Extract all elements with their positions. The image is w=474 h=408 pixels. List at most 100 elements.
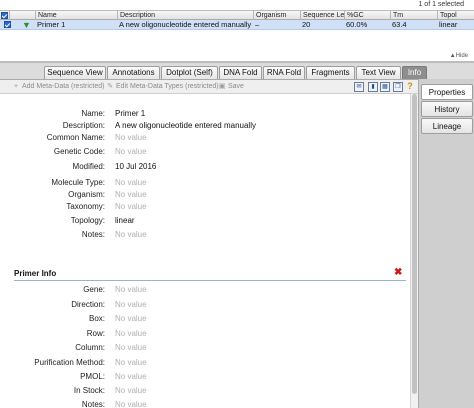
save-button[interactable]: ▣ Save (218, 82, 244, 92)
info-content: Name: Primer 1 Description: A new oligonuc… (0, 94, 410, 408)
field-value[interactable]: No value (115, 177, 147, 189)
field-value[interactable]: No value (115, 284, 147, 296)
primer-field-box: Box: No value (0, 313, 400, 325)
tab-dotplot[interactable]: Dotplot (Self) (161, 66, 218, 79)
select-all-checkbox[interactable] (1, 12, 8, 19)
side-tab-history[interactable]: History (421, 101, 473, 117)
tab-rna-fold[interactable]: RNA Fold (263, 66, 305, 79)
field-label: Common Name: (46, 133, 105, 142)
edit-meta-label: Edit Meta-Data Types (restricted) (116, 83, 219, 90)
field-value[interactable]: No value (115, 385, 147, 397)
cell-name: Primer 1 (37, 20, 66, 29)
primer-info-title: Primer Info (14, 269, 57, 278)
primer-field-notes: Notes: No value (0, 399, 400, 408)
field-label: Notes: (81, 400, 105, 408)
primer-field-row: Row: No value (0, 328, 400, 340)
field-label: Description: (62, 121, 105, 130)
hide-table-button[interactable]: ▲Hide (450, 53, 468, 59)
field-value[interactable]: No value (115, 299, 147, 311)
table-row[interactable]: ▼ Primer 1 A new oligonucleotide entered… (0, 20, 474, 30)
selection-count: 1 of 1 selected (418, 1, 464, 8)
field-label: Organism: (68, 190, 105, 199)
field-name: Name: Primer 1 (0, 108, 400, 120)
cell-topology: linear (439, 20, 458, 29)
window-icon[interactable]: ❐ (393, 82, 403, 92)
field-taxonomy: Taxonomy: No value (0, 201, 400, 213)
field-molecule-type: Molecule Type: No value (0, 177, 400, 189)
field-value[interactable]: No value (115, 313, 147, 325)
primer-field-purification: Purification Method: No value (0, 357, 400, 369)
scrollbar-thumb[interactable] (412, 94, 417, 394)
side-tab-lineage[interactable]: Lineage (421, 118, 473, 134)
header-organism[interactable]: Organism (253, 11, 300, 20)
pencil-icon: ✎ (107, 83, 113, 90)
field-organism: Organism: No value (0, 189, 400, 201)
tab-info[interactable]: Info (402, 66, 427, 79)
cell-gc: 60.0% (346, 20, 368, 29)
edit-meta-data-types-button[interactable]: ✎ Edit Meta-Data Types (restricted) (106, 82, 219, 92)
field-value[interactable]: No value (115, 342, 147, 354)
tab-sequence-view[interactable]: Sequence View (44, 66, 106, 79)
field-value[interactable]: Primer 1 (115, 108, 145, 120)
primer-type-icon: ▼ (22, 20, 31, 30)
field-value[interactable]: No value (115, 328, 147, 340)
field-label: Row: (86, 329, 105, 338)
save-label: Save (228, 83, 244, 90)
field-label: Box: (88, 314, 105, 323)
field-value[interactable]: No value (115, 189, 147, 201)
header-name[interactable]: Name (35, 11, 117, 20)
field-value[interactable]: No value (115, 229, 147, 241)
side-tab-properties[interactable]: Properties (421, 84, 473, 100)
tab-annotations[interactable]: Annotations (107, 66, 160, 79)
field-label: Gene: (83, 285, 105, 294)
column-view-icon[interactable]: ▮ (368, 82, 378, 92)
section-divider (14, 280, 406, 281)
primer-field-pmol: PMOL: No value (0, 371, 400, 383)
cell-tm: 63.4 (392, 20, 407, 29)
field-label: Name: (81, 109, 105, 118)
primer-field-in-stock: In Stock: No value (0, 385, 400, 397)
table-view-icon[interactable]: ▦ (380, 82, 390, 92)
header-topology[interactable]: Topol (437, 11, 474, 20)
field-label: Molecule Type: (51, 178, 105, 187)
cell-organism: – (255, 20, 260, 29)
add-meta-label: Add Meta-Data (restricted) (22, 83, 105, 90)
add-meta-data-button[interactable]: + Add Meta-Data (restricted) (12, 82, 105, 92)
tab-fragments[interactable]: Fragments (306, 66, 355, 79)
tab-text-view[interactable]: Text View (356, 66, 401, 79)
field-common-name: Common Name: No value (0, 132, 400, 144)
field-label: Column: (75, 343, 105, 352)
side-tabs: Properties History Lineage (418, 79, 474, 408)
header-tm[interactable]: Tm (390, 11, 437, 20)
field-label: PMOL: (80, 372, 105, 381)
field-label: In Stock: (73, 386, 105, 395)
field-value[interactable]: No value (115, 357, 147, 369)
field-value[interactable]: No value (115, 146, 147, 158)
header-description[interactable]: Description (117, 11, 253, 20)
header-sequence-length[interactable]: Sequence Le... (300, 11, 344, 20)
field-value[interactable]: No value (115, 399, 147, 408)
header-gc[interactable]: %GC (344, 11, 390, 20)
plus-icon: + (13, 83, 19, 90)
save-icon: ▣ (218, 83, 226, 90)
vertical-scrollbar[interactable] (410, 94, 418, 408)
cell-description: A new oligonucleotide entered manually (119, 20, 252, 29)
cell-sequence-length: 20 (302, 20, 311, 29)
field-value[interactable]: A new oligonucleotide entered manually (115, 120, 256, 132)
help-icon[interactable]: ? (405, 82, 415, 92)
field-description: Description: A new oligonucleotide entere… (0, 120, 400, 132)
field-genetic-code: Genetic Code: No value (0, 146, 400, 158)
header-check[interactable] (0, 11, 9, 20)
field-value[interactable]: No value (115, 371, 147, 383)
field-value[interactable]: No value (115, 132, 147, 144)
field-label: Modified: (72, 162, 105, 171)
field-value[interactable]: No value (115, 201, 147, 213)
field-value[interactable]: linear (115, 215, 135, 227)
tab-dna-fold[interactable]: DNA Fold (219, 66, 262, 79)
row-checkbox[interactable] (4, 21, 11, 28)
info-toolbar: + Add Meta-Data (restricted) ✎ Edit Meta-D… (0, 80, 418, 94)
remove-section-icon[interactable]: ✖ (394, 268, 402, 278)
email-icon[interactable]: ✉ (354, 82, 364, 92)
primer-field-gene: Gene: No value (0, 284, 400, 296)
header-type[interactable] (9, 11, 35, 20)
